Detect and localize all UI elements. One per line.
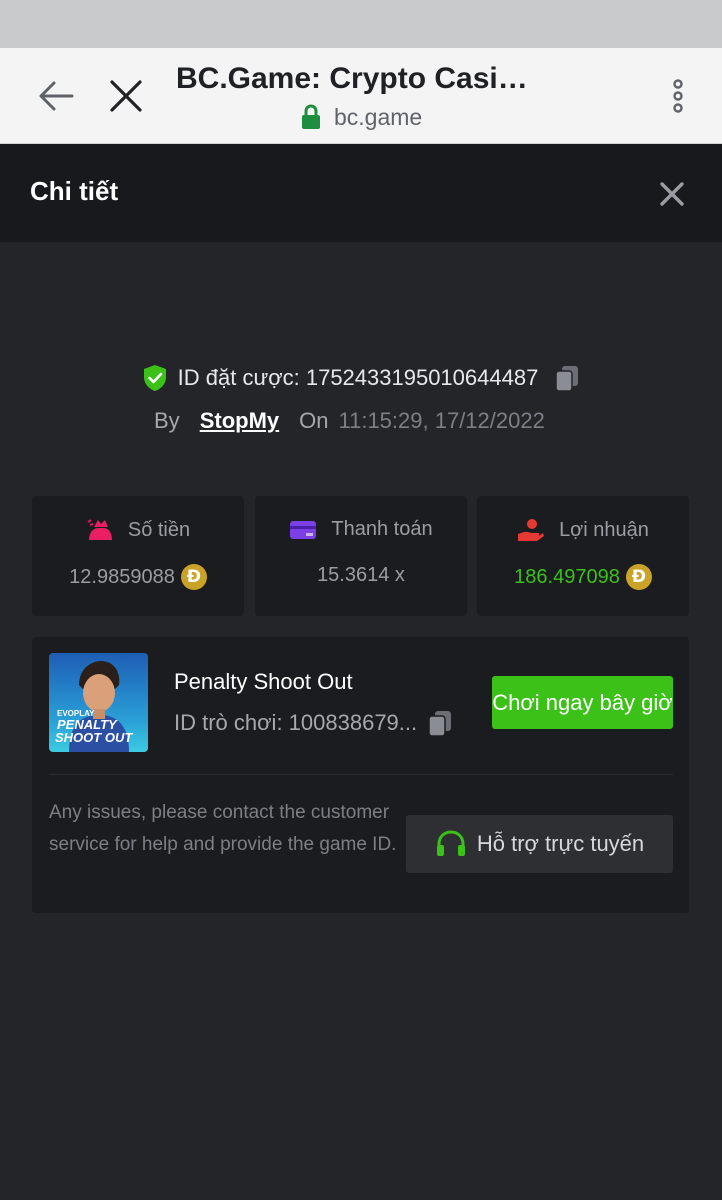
page-title: Chi tiết — [30, 176, 119, 206]
stat-label: Số tiền — [127, 518, 191, 541]
game-id-label: ID trò chơi: 100838679... — [174, 710, 418, 735]
game-thumbnail[interactable]: EVOPLAY PENALTY SHOOT OUT — [49, 653, 148, 752]
copy-icon[interactable] — [427, 709, 453, 737]
card-icon — [290, 520, 317, 539]
copy-icon[interactable] — [554, 364, 580, 392]
headset-icon — [436, 830, 465, 856]
stat-value: 15.3614 x — [317, 564, 405, 586]
bet-id-label: ID đặt cược: 1752433195010644487 — [177, 365, 539, 390]
stat-value: 12.9859088 — [69, 565, 175, 588]
browser-url[interactable]: bc.game — [300, 102, 422, 132]
money-bag-icon — [87, 519, 112, 540]
url-text: bc.game — [334, 103, 423, 130]
browser-toolbar: BC.Game: Crypto Casin… bc.game — [0, 48, 722, 144]
bet-id-row: ID đặt cược: 1752433195010644487 — [0, 360, 722, 396]
stat-value: 186.497098 — [514, 565, 620, 588]
profit-hand-icon — [518, 519, 545, 541]
browser-page-title: BC.Game: Crypto Casin… — [176, 62, 546, 95]
close-icon[interactable] — [658, 180, 686, 208]
game-card: EVOPLAY PENALTY SHOOT OUT Penalty Shoot … — [32, 637, 689, 913]
username-link[interactable]: StopMy — [200, 408, 279, 434]
online-support-button[interactable]: Hỗ trợ trực tuyến — [406, 815, 673, 873]
status-bar — [0, 0, 722, 48]
stat-label: Lợi nhuận — [559, 518, 649, 541]
lock-icon — [302, 104, 320, 129]
close-tab-icon[interactable] — [106, 76, 146, 116]
divider — [49, 774, 673, 775]
stat-label: Thanh toán — [331, 518, 433, 540]
more-vert-icon[interactable] — [664, 76, 692, 116]
verified-shield-icon — [143, 365, 166, 391]
by-label: By — [154, 408, 180, 433]
support-label: Hỗ trợ trực tuyến — [476, 831, 645, 856]
stat-profit: Lợi nhuận 186.497098 Đ — [477, 496, 689, 616]
play-now-button[interactable]: Chơi ngay bây giờ — [492, 676, 673, 729]
game-name: Penalty Shoot Out — [174, 669, 353, 694]
doge-coin-icon: Đ — [180, 564, 207, 590]
details-header: Chi tiết — [0, 144, 722, 242]
doge-coin-icon: Đ — [625, 564, 652, 590]
stat-payout: Thanh toán 15.3614 x — [255, 496, 467, 616]
back-arrow-icon[interactable] — [34, 76, 78, 116]
bet-timestamp: 11:15:29, 17/12/2022 — [338, 408, 545, 433]
bet-meta-row: By StopMy On 11:15:29, 17/12/2022 — [154, 404, 545, 438]
help-text: Any issues, please contact the customer … — [49, 802, 397, 855]
thumb-title-line2: SHOOT OUT — [55, 730, 133, 745]
stat-amount: Số tiền 12.9859088 Đ — [32, 496, 244, 616]
game-id-row: ID trò chơi: 100838679... — [174, 709, 453, 737]
on-label: On — [299, 408, 329, 433]
